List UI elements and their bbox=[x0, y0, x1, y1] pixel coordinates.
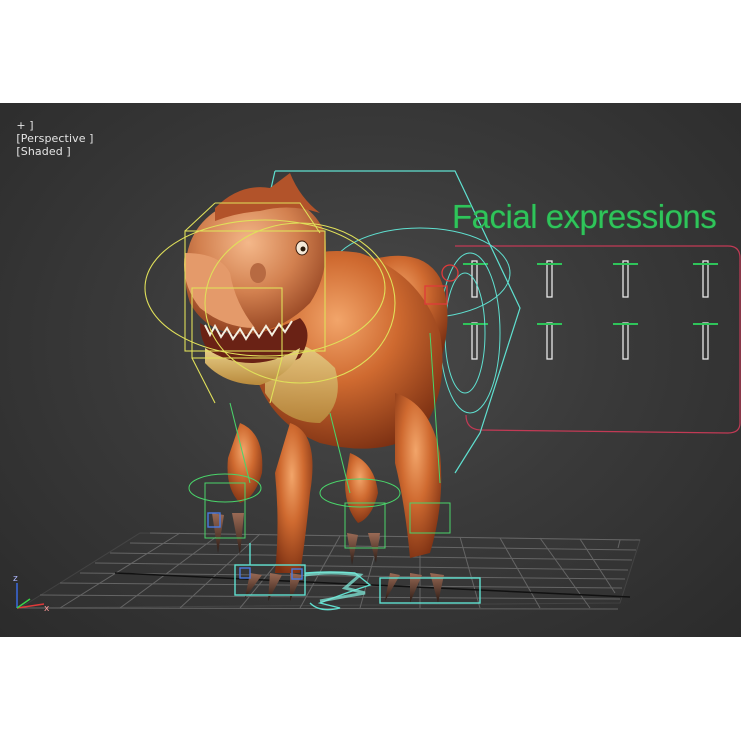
facial-expressions-title: Facial expressions bbox=[452, 198, 717, 235]
axis-z-label: z bbox=[13, 574, 18, 584]
dino-arm-right bbox=[345, 453, 378, 523]
axis-x-label: x bbox=[44, 604, 50, 614]
facial-slider-controls bbox=[471, 260, 709, 360]
dino-nostril bbox=[250, 263, 266, 283]
facial-slider-handles bbox=[463, 263, 718, 325]
facial-expressions-panel bbox=[455, 245, 741, 434]
ground-grid bbox=[18, 532, 641, 610]
perspective-viewport[interactable]: + ] [Perspective ] [Shaded ] z x Facial … bbox=[0, 103, 741, 637]
scene-canvas: z x bbox=[13, 170, 741, 614]
